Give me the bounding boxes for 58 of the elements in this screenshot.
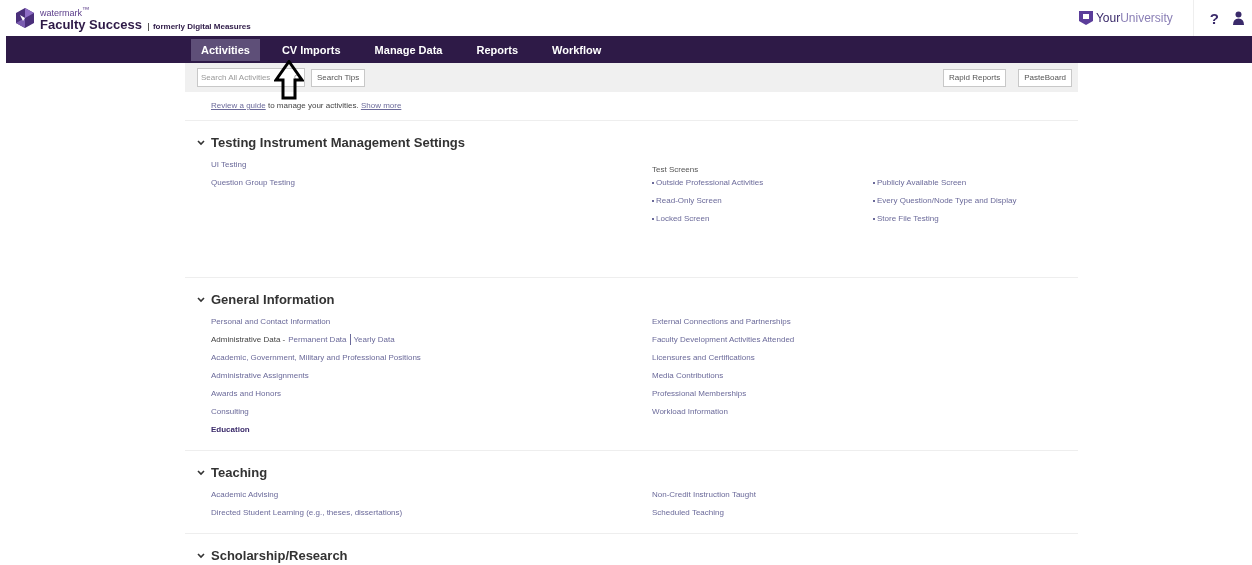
- chevron-icon: [197, 552, 205, 559]
- section-title[interactable]: Teaching: [197, 465, 268, 480]
- search-field[interactable]: Search All Activities: [197, 68, 305, 87]
- brand-parent: watermark$^{™}$: [40, 5, 91, 18]
- section-title[interactable]: Testing Instrument Management Settings: [197, 135, 465, 150]
- toolbar-button[interactable]: PasteBoard: [1018, 68, 1072, 87]
- toolbar-button[interactable]: Rapid Reports: [943, 68, 1007, 87]
- activity-link[interactable]: Locked Screen: [652, 212, 710, 225]
- activity-link[interactable]: Non-Credit Instruction Taught: [652, 488, 756, 501]
- activity-link[interactable]: Store File Testing: [873, 212, 939, 225]
- activity-link[interactable]: Awards and Honors: [211, 387, 282, 400]
- guide-link[interactable]: Review a guide: [211, 101, 266, 110]
- activity-link[interactable]: External Connections and Partnerships: [652, 315, 791, 328]
- guide-text: Review a guide to manage your activities. Show more: [185, 92, 1078, 121]
- group-title: Test Screens: [652, 165, 699, 174]
- section-title[interactable]: General Information: [197, 292, 335, 307]
- activity-link[interactable]: UI Testing: [211, 158, 247, 171]
- chevron-icon: [197, 469, 205, 476]
- nav-tab[interactable]: CV Imports: [271, 38, 351, 61]
- section-title[interactable]: Scholarship/Research: [197, 548, 348, 563]
- activity-link[interactable]: Administrative Assignments: [211, 369, 309, 382]
- activity-link[interactable]: Academic, Government, Military and Professional Positions: [211, 351, 421, 364]
- activity-link[interactable]: Outside Professional Activities: [652, 176, 764, 189]
- activity-link[interactable]: Faculty Development Activities Attended: [652, 333, 795, 346]
- activity-link[interactable]: Workload Information: [652, 405, 728, 418]
- user-icon[interactable]: [1233, 11, 1244, 25]
- chevron-icon: [197, 296, 205, 303]
- activity-link[interactable]: Publicly Available Screen: [873, 176, 967, 189]
- activity-link[interactable]: Question Group Testing: [211, 176, 295, 189]
- activity-link[interactable]: Permanent Data: [288, 333, 347, 346]
- product-name: Faculty Success: [40, 17, 142, 31]
- item-label: Administrative Data -: [211, 334, 286, 346]
- show-more-link[interactable]: Show more: [360, 101, 402, 110]
- activity-link[interactable]: Scheduled Teaching: [652, 506, 724, 519]
- formerly-text: formerly Digital Measures: [147, 22, 251, 31]
- activity-link[interactable]: Directed Student Learning (e.g., theses, dissertations): [211, 506, 403, 519]
- search-tips-button[interactable]: Search Tips: [311, 68, 366, 87]
- chevron-icon: [197, 139, 205, 146]
- activity-link[interactable]: Personal and Contact Information: [211, 315, 331, 328]
- activity-link[interactable]: Professional Memberships: [652, 387, 747, 400]
- nav-tab[interactable]: Workflow: [542, 38, 612, 61]
- activity-link[interactable]: Media Contributions: [652, 369, 724, 382]
- nav-tab[interactable]: Reports: [466, 38, 529, 61]
- activity-link[interactable]: Licensures and Certifications: [652, 351, 755, 364]
- search-icon: [293, 73, 301, 82]
- arrow-annotation: [274, 60, 304, 100]
- activity-link[interactable]: Academic Advising: [211, 488, 279, 501]
- nav-tab[interactable]: Manage Data: [364, 38, 453, 61]
- shield-icon: [1077, 10, 1094, 26]
- activity-link[interactable]: Education: [211, 423, 250, 436]
- activity-link[interactable]: Yearly Data: [353, 333, 395, 346]
- activity-link[interactable]: Every Question/Node Type and Display: [873, 194, 1017, 207]
- nav-tab[interactable]: Activities: [191, 38, 260, 61]
- institution-name: YourUniversity: [1095, 11, 1173, 25]
- activity-link[interactable]: Consulting: [211, 405, 249, 418]
- activity-link[interactable]: Read-Only Screen: [652, 194, 722, 207]
- help-icon[interactable]: ?: [1193, 9, 1233, 27]
- logo-icon: [14, 7, 36, 29]
